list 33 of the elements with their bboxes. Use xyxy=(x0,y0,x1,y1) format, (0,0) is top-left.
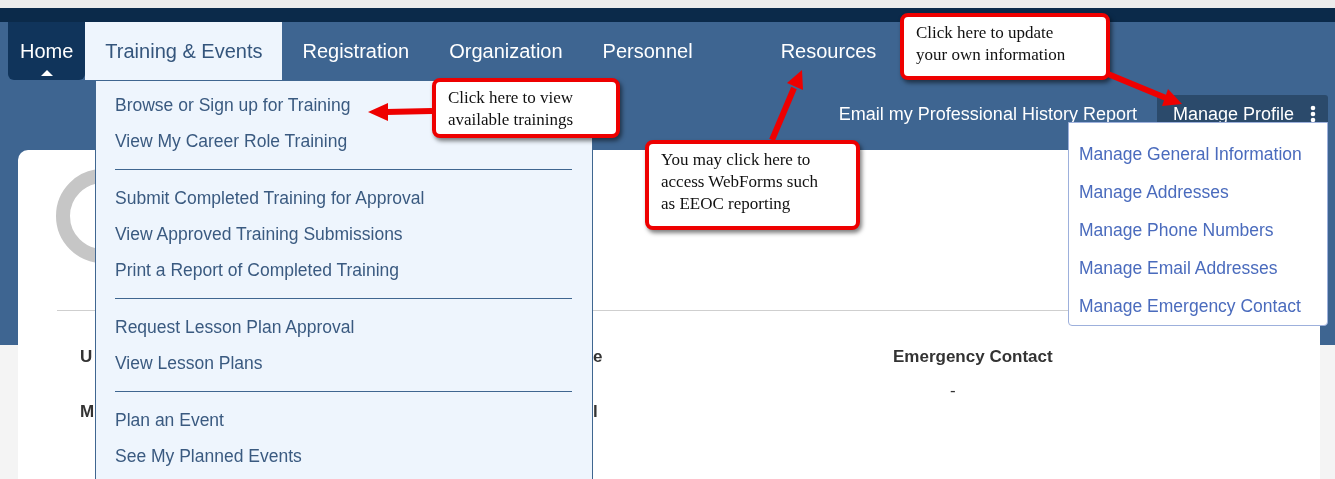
menu-item[interactable]: See My Planned Events xyxy=(96,438,302,474)
menu-item[interactable]: Request Lesson Plan Approval xyxy=(96,309,355,345)
report-link[interactable]: Email my Professional History Report xyxy=(838,95,1137,133)
menu-item[interactable]: Manage Phone Numbers xyxy=(1079,211,1274,249)
menu-item[interactable]: Print a Report of Completed Training xyxy=(96,252,400,288)
avatar-icon xyxy=(55,168,95,264)
menu-item[interactable]: Manage Email Addresses xyxy=(1079,249,1278,287)
arrow xyxy=(368,103,433,121)
menu-item[interactable]: Manage Addresses xyxy=(1079,173,1229,211)
arrow xyxy=(769,70,803,142)
field-label: Emergency Contact xyxy=(893,347,1053,367)
menu-item[interactable]: Manage Emergency Contact xyxy=(1079,287,1301,325)
callout-tooltip: You may click here to access WebForms such as EEOC reporting xyxy=(645,140,860,230)
nav-tab[interactable]: Home xyxy=(8,22,86,80)
callout-tooltip: Click here to view available trainings xyxy=(432,78,620,138)
field-label: e xyxy=(593,347,603,367)
menu-item[interactable]: Plan an Event xyxy=(96,402,224,438)
nav-tab[interactable]: Organization xyxy=(429,22,583,80)
callout-tooltip: Click here to update your own information xyxy=(900,13,1110,80)
field-label: U xyxy=(80,347,93,367)
nav-tab[interactable]: Resources xyxy=(760,22,881,80)
menu-item[interactable]: Browse or Sign up for Training xyxy=(96,87,351,123)
menu-item[interactable]: View Approved Training Submissions xyxy=(96,216,403,252)
nav-tab[interactable]: Training & Events xyxy=(85,22,283,80)
field-value: - xyxy=(950,381,956,401)
menu-item[interactable]: View My Career Role Training xyxy=(96,123,348,159)
menu-item[interactable]: View Lesson Plans xyxy=(96,345,263,381)
field-label: l xyxy=(593,402,598,422)
nav-tab[interactable]: Personnel xyxy=(582,22,713,80)
menu-item[interactable]: Manage General Information xyxy=(1079,135,1302,173)
menu-item[interactable]: Submit Completed Training for Approval xyxy=(96,180,425,216)
field-label: M xyxy=(80,402,95,422)
nav-tab[interactable]: Registration xyxy=(282,22,430,80)
